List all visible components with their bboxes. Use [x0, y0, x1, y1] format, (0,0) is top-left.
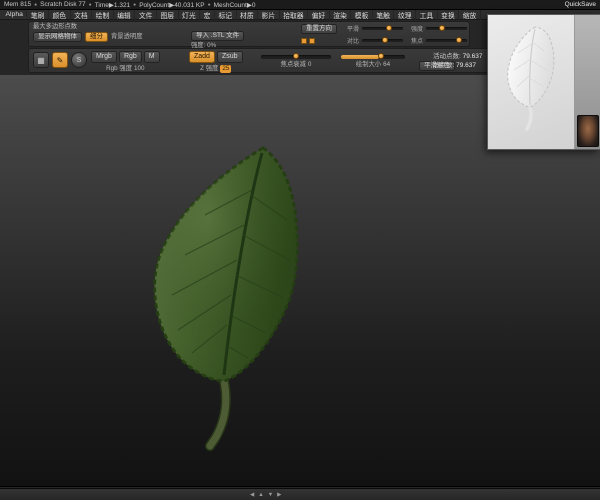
options-shelf: 最大多边形点数 显示网格物体 细分 背景透明度 导入 .STL 文件 强度: 0…: [28, 21, 470, 49]
menu-item-alpha[interactable]: Alpha: [2, 11, 28, 18]
active-points-value: 79.637: [462, 53, 483, 60]
menu-item-tool[interactable]: 工具: [416, 9, 438, 20]
zbrush-app: Mem 815 ● Scratch Disk 77 ● Time▶1.321 ●…: [0, 0, 600, 500]
leaf-preview-image: [507, 26, 555, 131]
draw-size-slider[interactable]: [341, 53, 405, 59]
slider-label: 对比: [347, 39, 360, 45]
scroll-up-button[interactable]: ▲: [258, 490, 263, 500]
brush-glyph: ✎: [56, 55, 64, 65]
mem-status: Mem 815: [4, 1, 32, 8]
focal-slider[interactable]: [426, 37, 467, 43]
tool-preview-panel[interactable]: [487, 14, 600, 150]
menu-item-layer[interactable]: 图层: [157, 9, 179, 20]
menu-item-file[interactable]: 文件: [135, 9, 157, 20]
draw-shelf: ▦ ✎ S Mrgb Rgb M Rgb 强度 100 Zadd Zsub Z …: [28, 48, 548, 73]
menu-item-material[interactable]: 材质: [237, 9, 259, 20]
material-preview-thumbnail[interactable]: [577, 115, 599, 147]
max-poly-label: 最大多边形点数: [33, 23, 78, 30]
grid-icon[interactable]: ▦: [33, 52, 49, 68]
menu-item-zoom[interactable]: 缩放: [459, 9, 481, 20]
total-points-value: 79.637: [456, 62, 477, 69]
mrgb-button[interactable]: Mrgb: [91, 51, 117, 63]
active-points-label: 活动点数:: [433, 53, 461, 60]
scroll-left-button[interactable]: ◀: [250, 490, 254, 500]
scratch-disk-status: Scratch Disk 77: [40, 1, 86, 8]
separator-dot: ●: [133, 1, 137, 8]
menu-item-macro[interactable]: 宏: [200, 9, 215, 20]
separator-dot: ●: [207, 1, 211, 8]
draw-size-value[interactable]: 64: [383, 61, 390, 69]
material-sphere-icon[interactable]: S: [71, 52, 87, 68]
color-swatch-icon[interactable]: [309, 38, 315, 44]
import-stl-button[interactable]: 导入 .STL 文件: [191, 31, 245, 41]
focal-shift-slider[interactable]: [261, 53, 331, 59]
menu-item-marker[interactable]: 标记: [215, 9, 237, 20]
grid-glyph: ▦: [37, 55, 45, 65]
z-intensity-label: Z 强度: [200, 65, 219, 72]
canvas-nav-controls: ◀ ▲ ▼ ▶: [250, 490, 281, 500]
menu-item-document[interactable]: 文档: [71, 9, 93, 20]
show-mesh-toggle[interactable]: 显示网格物体: [33, 32, 82, 42]
color-swatch-icon[interactable]: [301, 38, 307, 44]
z-intensity-value[interactable]: 25: [220, 65, 232, 73]
intensity-slider[interactable]: [426, 25, 467, 31]
menu-item-draw[interactable]: 绘制: [92, 9, 114, 20]
contrast-slider[interactable]: [362, 37, 403, 43]
bottom-bar: ◀ ▲ ▼ ▶: [0, 488, 600, 500]
menu-item-edit[interactable]: 编辑: [114, 9, 136, 20]
material-glyph: S: [76, 56, 82, 64]
smooth-slider[interactable]: [362, 25, 403, 31]
menu-item-movie[interactable]: 影片: [258, 9, 280, 20]
scroll-down-button[interactable]: ▼: [268, 490, 273, 500]
menu-item-transform[interactable]: 变换: [438, 9, 460, 20]
background-label: 背景透明度: [111, 33, 143, 40]
menu-item-brush[interactable]: 笔刷: [27, 9, 49, 20]
menu-item-render[interactable]: 渲染: [330, 9, 352, 20]
preview-side-tray: [574, 15, 600, 149]
rgb-button[interactable]: Rgb: [118, 51, 142, 63]
polycount-status: PolyCount▶40.031 KP: [139, 1, 205, 9]
leaf-stem: [206, 377, 230, 450]
menu-item-preferences[interactable]: 偏好: [308, 9, 330, 20]
leaf-tool-thumbnail[interactable]: [488, 15, 574, 149]
menu-item-stencil[interactable]: 模板: [351, 9, 373, 20]
slider-label: 焦点: [411, 39, 424, 45]
draw-size-label: 绘制大小: [355, 61, 382, 68]
point-counts: 活动点数: 79.637 总点数: 79.637: [433, 52, 483, 70]
slider-label: 平滑: [347, 27, 360, 33]
quicksave-button[interactable]: QuickSave: [565, 1, 596, 8]
menu-item-stroke[interactable]: 笔触: [373, 9, 395, 20]
separator-dot: ●: [34, 1, 38, 8]
total-points-label: 总点数:: [433, 62, 455, 69]
separator-dot: ●: [88, 1, 92, 8]
menu-item-light[interactable]: 灯光: [179, 9, 201, 20]
reset-orientation-button[interactable]: 重置方向: [301, 24, 337, 34]
scroll-right-button[interactable]: ▶: [277, 490, 281, 500]
brush-icon[interactable]: ✎: [52, 52, 68, 68]
focal-shift-value[interactable]: 0: [308, 61, 312, 69]
menu-item-color[interactable]: 颜色: [49, 9, 71, 20]
rgb-intensity-value[interactable]: 100: [134, 65, 145, 73]
zsub-button[interactable]: Zsub: [216, 51, 243, 63]
time-status: Time▶1.321: [94, 1, 131, 9]
menu-item-picker[interactable]: 拾取器: [280, 9, 309, 20]
m-button[interactable]: M: [143, 51, 160, 63]
status-bar: Mem 815 ● Scratch Disk 77 ● Time▶1.321 ●…: [0, 0, 600, 10]
meshcount-status: MeshCount▶0: [213, 1, 256, 9]
focal-shift-label: 焦点衰减: [280, 61, 306, 68]
zadd-button[interactable]: Zadd: [189, 51, 215, 63]
rgb-intensity-label: Rgb 强度: [106, 65, 133, 72]
subdivide-button[interactable]: 细分: [85, 32, 108, 42]
menu-item-texture[interactable]: 纹理: [394, 9, 417, 20]
slider-label: 强度: [411, 27, 424, 33]
